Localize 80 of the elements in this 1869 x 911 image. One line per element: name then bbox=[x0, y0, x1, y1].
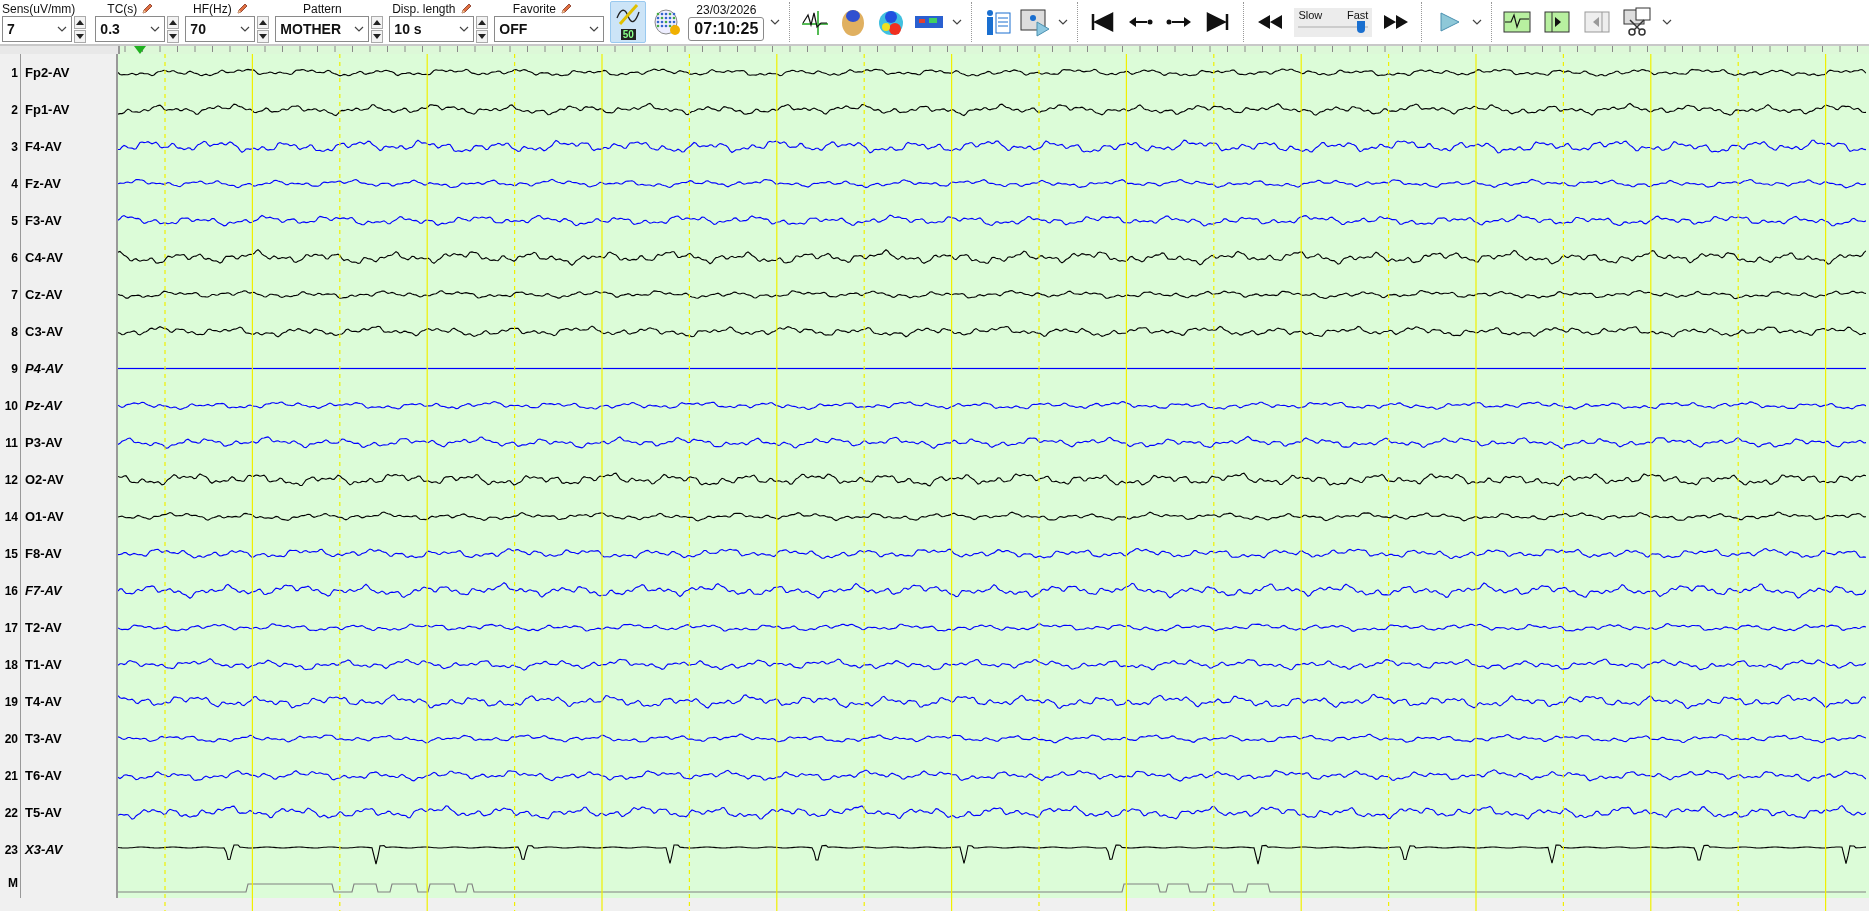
control-label: Disp. length bbox=[392, 1, 456, 16]
down-arrow-icon bbox=[259, 33, 268, 39]
channel-number: M bbox=[0, 868, 21, 898]
spin-down-button[interactable] bbox=[371, 29, 384, 43]
channel-name[interactable]: T2-AV bbox=[25, 620, 62, 635]
spin-down-button[interactable] bbox=[167, 29, 180, 43]
spin-down-button[interactable] bbox=[476, 29, 489, 43]
notch-filter-button[interactable]: 50 bbox=[610, 1, 647, 43]
spin-up-button[interactable] bbox=[167, 15, 180, 29]
channel-name[interactable]: T5-AV bbox=[25, 805, 62, 820]
dropdown-caret-icon bbox=[240, 25, 251, 32]
filter-curve-icon bbox=[615, 4, 642, 26]
channel-name[interactable]: F3-AV bbox=[25, 213, 62, 228]
channel-name[interactable]: O2-AV bbox=[25, 472, 64, 487]
channel-name[interactable]: X3-AV bbox=[25, 842, 63, 857]
channel-name[interactable]: T4-AV bbox=[25, 694, 62, 709]
channel-name[interactable]: Cz-AV bbox=[25, 287, 63, 302]
dropdown-caret-icon bbox=[1662, 19, 1673, 25]
pencil-icon[interactable] bbox=[141, 2, 154, 15]
down-arrow-icon bbox=[373, 33, 382, 39]
up-arrow-icon bbox=[373, 19, 382, 25]
dropdown[interactable]: MOTHER bbox=[275, 15, 370, 42]
channel-name[interactable]: C4-AV bbox=[25, 250, 64, 265]
up-arrow-icon bbox=[259, 19, 268, 25]
date-label: 23/03/2026 bbox=[696, 3, 757, 17]
time-field[interactable]: 07:10:25 bbox=[688, 17, 765, 41]
slow-label: Slow bbox=[1298, 8, 1323, 21]
dropdown-caret-icon bbox=[354, 25, 365, 32]
channel-name[interactable]: C3-AV bbox=[25, 324, 64, 339]
control-label: Favorite bbox=[512, 2, 557, 16]
speed-slider-thumb[interactable] bbox=[1357, 20, 1366, 33]
channel-name[interactable]: F8-AV bbox=[25, 546, 62, 561]
channel-name[interactable]: Fp2-AV bbox=[25, 65, 70, 80]
channel-name[interactable]: P3-AV bbox=[25, 435, 63, 450]
dropdown[interactable]: 70 bbox=[185, 15, 256, 42]
dropdown-caret-icon bbox=[952, 19, 963, 25]
notch-value: 50 bbox=[620, 29, 636, 40]
control-label: Sens(uV/mm) bbox=[2, 1, 76, 16]
spin-down-button[interactable] bbox=[74, 29, 86, 43]
dropdown-caret-icon bbox=[589, 26, 600, 32]
dropdown[interactable]: 7 bbox=[2, 15, 72, 42]
up-arrow-icon bbox=[76, 19, 84, 25]
dropdown[interactable]: OFF bbox=[494, 16, 605, 42]
dropdown-caret-icon bbox=[57, 25, 67, 32]
fast-label: Fast bbox=[1347, 8, 1369, 21]
dropdown-caret-icon bbox=[770, 19, 781, 25]
channel-name[interactable]: P4-AV bbox=[25, 361, 63, 376]
dropdown[interactable]: 10 s bbox=[389, 15, 475, 42]
channel-name[interactable]: O1-AV bbox=[25, 509, 64, 524]
up-arrow-icon bbox=[478, 19, 487, 25]
channel-name[interactable]: T3-AV bbox=[25, 731, 62, 746]
channel-name[interactable]: F7-AV bbox=[25, 583, 62, 598]
dropdown-caret-icon bbox=[1058, 19, 1069, 25]
spin-up-button[interactable] bbox=[74, 15, 86, 29]
channel-name[interactable]: Fz-AV bbox=[25, 176, 61, 191]
down-arrow-icon bbox=[169, 33, 178, 39]
spin-up-button[interactable] bbox=[371, 15, 384, 29]
pencil-icon[interactable] bbox=[235, 2, 248, 15]
down-arrow-icon bbox=[478, 33, 487, 39]
channel-name[interactable]: T6-AV bbox=[25, 768, 62, 783]
dropdown-caret-icon bbox=[150, 25, 161, 32]
channel-name[interactable]: Pz-AV bbox=[25, 398, 62, 413]
control-label: Pattern bbox=[303, 1, 342, 16]
dropdown[interactable]: 0.3 bbox=[95, 15, 166, 42]
control-label: HF(Hz) bbox=[193, 1, 232, 16]
pencil-icon[interactable] bbox=[560, 3, 573, 15]
spin-up-button[interactable] bbox=[476, 15, 489, 29]
channel-name[interactable]: F4-AV bbox=[25, 139, 62, 154]
spin-down-button[interactable] bbox=[257, 29, 270, 43]
pencil-icon[interactable] bbox=[459, 2, 472, 15]
head-electrode-settings-icon[interactable] bbox=[652, 7, 683, 37]
channel-name[interactable]: Fp1-AV bbox=[25, 102, 70, 117]
dropdown-caret-icon bbox=[459, 25, 470, 32]
spin-up-button[interactable] bbox=[257, 15, 270, 29]
dropdown-caret-icon bbox=[1472, 19, 1483, 25]
control-label: TC(s) bbox=[107, 1, 138, 16]
down-arrow-icon bbox=[76, 33, 84, 39]
channel-name[interactable]: T1-AV bbox=[25, 657, 62, 672]
up-arrow-icon bbox=[169, 19, 178, 25]
video-player-icon[interactable] bbox=[1020, 7, 1051, 37]
